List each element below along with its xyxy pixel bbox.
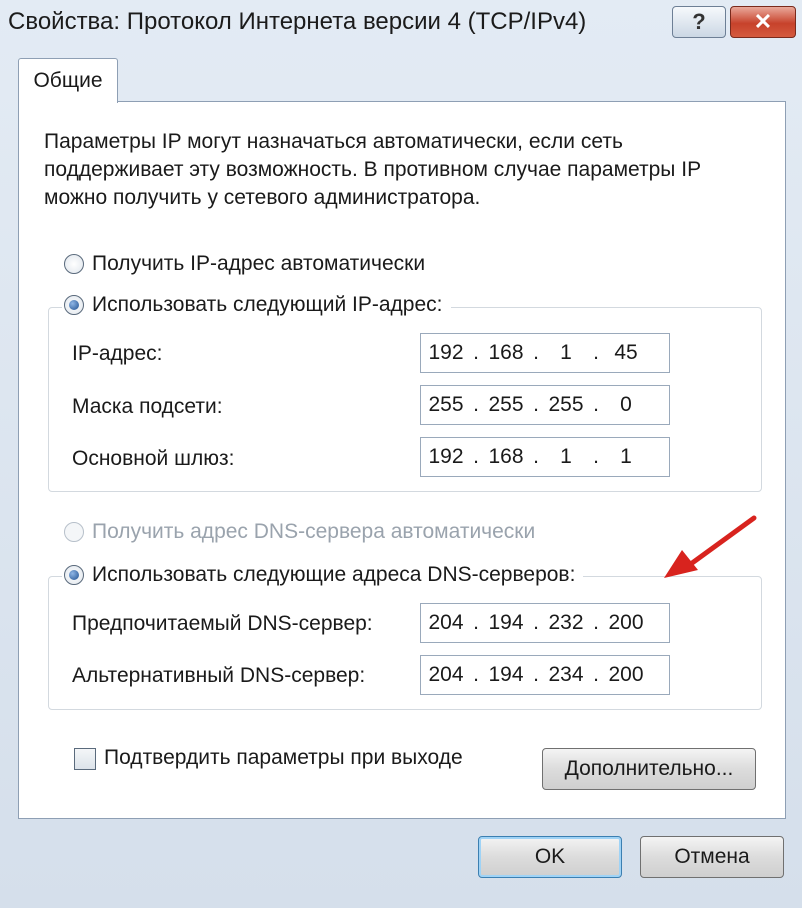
alternate-dns-label: Альтернативный DNS-сервер: bbox=[72, 664, 366, 687]
validate-label: Подтвердить параметры при выходе bbox=[104, 746, 463, 769]
octet: 45 bbox=[614, 341, 638, 364]
ok-button[interactable]: OK bbox=[478, 836, 622, 878]
octet: 255 bbox=[488, 393, 524, 416]
octet: 194 bbox=[488, 663, 524, 686]
dns-manual-label: Использовать следующие адреса DNS-сервер… bbox=[92, 563, 576, 586]
octet: 168 bbox=[488, 341, 524, 364]
subnet-mask-field[interactable]: 255. 255. 255. 0 bbox=[420, 385, 670, 425]
close-button[interactable]: ✕ bbox=[730, 6, 796, 38]
ip-manual-option[interactable]: Использовать следующий IP-адрес: bbox=[62, 293, 451, 317]
ip-auto-label: Получить IP-адрес автоматически bbox=[92, 252, 426, 275]
octet: 194 bbox=[488, 611, 524, 634]
octet: 0 bbox=[620, 393, 632, 416]
octet: 200 bbox=[608, 663, 644, 686]
alternate-dns-field[interactable]: 204. 194. 234. 200 bbox=[420, 655, 670, 695]
cancel-button[interactable]: Отмена bbox=[640, 836, 784, 878]
octet: 232 bbox=[548, 611, 584, 634]
dns-auto-radio bbox=[64, 522, 84, 542]
dns-auto-label: Получить адрес DNS-сервера автоматически bbox=[92, 520, 536, 543]
octet: 1 bbox=[620, 445, 632, 468]
ip-address-label: IP-адрес: bbox=[72, 342, 163, 365]
dialog-window: Свойства: Протокол Интернета версии 4 (T… bbox=[0, 0, 802, 908]
octet: 255 bbox=[548, 393, 584, 416]
preferred-dns-label: Предпочитаемый DNS-сервер: bbox=[72, 612, 373, 635]
octet: 192 bbox=[428, 341, 464, 364]
ip-auto-option[interactable]: Получить IP-адрес автоматически bbox=[64, 252, 425, 276]
dns-auto-option: Получить адрес DNS-сервера автоматически bbox=[64, 520, 535, 544]
ip-manual-label: Использовать следующий IP-адрес: bbox=[92, 293, 443, 316]
octet: 1 bbox=[560, 341, 572, 364]
octet: 234 bbox=[548, 663, 584, 686]
octet: 200 bbox=[608, 611, 644, 634]
validate-checkbox[interactable] bbox=[74, 748, 96, 770]
gateway-label: Основной шлюз: bbox=[72, 447, 235, 470]
octet: 1 bbox=[560, 445, 572, 468]
octet: 192 bbox=[428, 445, 464, 468]
octet: 255 bbox=[428, 393, 464, 416]
subnet-mask-label: Маска подсети: bbox=[72, 395, 223, 418]
dns-manual-radio[interactable] bbox=[64, 565, 84, 585]
octet: 168 bbox=[488, 445, 524, 468]
octet: 204 bbox=[428, 663, 464, 686]
advanced-button[interactable]: Дополнительно... bbox=[542, 748, 756, 790]
window-title: Свойства: Протокол Интернета версии 4 (T… bbox=[8, 8, 587, 35]
red-arrow-icon bbox=[664, 515, 757, 578]
ip-auto-radio[interactable] bbox=[64, 254, 84, 274]
preferred-dns-field[interactable]: 204. 194. 232. 200 bbox=[420, 603, 670, 643]
gateway-field[interactable]: 192. 168. 1. 1 bbox=[420, 437, 670, 477]
octet: 204 bbox=[428, 611, 464, 634]
description-text: Параметры IP могут назначаться автоматич… bbox=[44, 130, 701, 209]
tab-general[interactable]: Общие bbox=[18, 58, 118, 103]
ip-manual-radio[interactable] bbox=[64, 295, 84, 315]
help-button[interactable]: ? bbox=[672, 6, 726, 38]
ip-address-field[interactable]: 192. 168. 1. 45 bbox=[420, 333, 670, 373]
dns-manual-option[interactable]: Использовать следующие адреса DNS-сервер… bbox=[62, 563, 584, 587]
